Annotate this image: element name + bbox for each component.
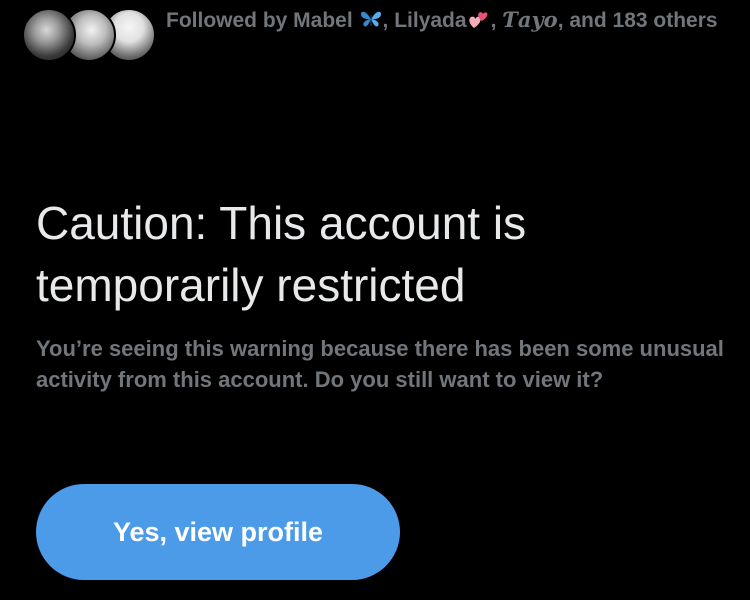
restriction-warning-body: You’re seeing this warning because there… [36,336,724,392]
follower-name-lilyada: , Lilyada [382,9,467,32]
view-profile-button[interactable]: Yes, view profile [36,484,400,580]
butterfly-emoji-icon [360,11,381,27]
restriction-warning-title: Caution: This account is temporarily res… [36,197,527,311]
follower-name-tayo: Ƭayo [502,7,558,32]
follower-avatars[interactable] [22,8,156,66]
followed-by-suffix: , and 183 others [557,9,718,32]
followed-by-row[interactable]: Followed by Mabel , Lilyada , Ƭayo, and … [18,0,738,72]
followed-by-prefix: Followed by Mabel [166,9,359,32]
followed-by-text: Followed by Mabel , Lilyada , Ƭayo, and … [166,0,726,40]
avatar [22,8,76,62]
follower-name-separator: , [490,9,503,32]
two-hearts-emoji-icon [468,12,488,28]
